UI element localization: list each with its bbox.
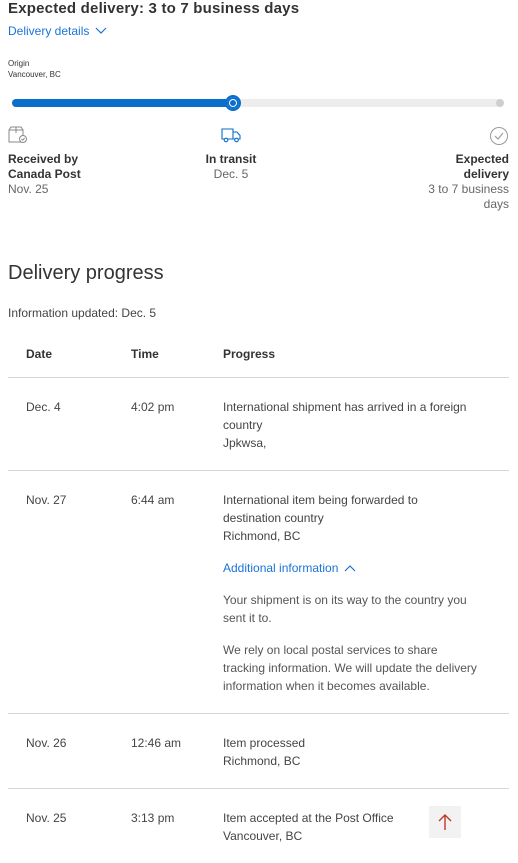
delivery-progress-title: Delivery progress [8,262,164,285]
row-date: Dec. 4 [8,378,130,471]
step-in-transit-name: In transit [205,152,257,167]
column-header-progress: Progress [222,330,509,378]
row-location: Richmond, BC [223,752,493,770]
step-received-name-1: Received by [8,152,81,167]
additional-information-label: Additional information [223,559,338,577]
table-row: Nov. 27 6:44 am International item being… [8,471,509,714]
row-event-line-1: International shipment has arrived in a … [223,398,493,416]
delivery-progress-bar [12,99,504,107]
information-updated: Information updated: Dec. 5 [8,306,156,320]
delivery-details-link[interactable]: Delivery details [8,24,107,38]
additional-info-paragraph-2: We rely on local postal services to shar… [223,641,493,695]
delivery-details-label: Delivery details [8,24,89,38]
additional-info-text: tracking information. We will update the… [223,659,493,677]
package-icon [8,126,28,144]
scroll-to-top-button[interactable] [429,806,461,838]
arrow-up-icon [437,813,453,831]
progress-current-marker [225,95,241,111]
row-time: 3:13 pm [130,789,222,863]
progress-end-marker [496,99,504,107]
step-expected-name-2: delivery [389,167,509,182]
additional-info-text: sent it to. [223,609,493,627]
table-header-row: Date Time Progress [8,330,509,378]
row-date: Nov. 26 [8,714,130,789]
column-header-date: Date [8,330,130,378]
row-event-line-2: destination country [223,509,493,527]
chevron-down-icon [95,27,107,35]
additional-info-text: We rely on local postal services to shar… [223,641,493,659]
row-date: Nov. 25 [8,789,130,863]
table-row: Nov. 26 12:46 am Item processed Richmond… [8,714,509,789]
origin-city: Vancouver, BC [8,70,61,79]
step-expected: Expected delivery 3 to 7 business days [389,126,509,212]
step-received-name-2: Canada Post [8,167,81,182]
row-location: Richmond, BC [223,527,493,545]
row-event-line-1: Item processed [223,734,493,752]
row-progress: International item being forwarded to de… [222,471,509,714]
row-progress: Item accepted at the Post Office Vancouv… [222,789,509,863]
row-event-line-1: International item being forwarded to [223,491,493,509]
step-expected-sub-2: days [389,197,509,212]
additional-info-paragraph-1: Your shipment is on its way to the count… [223,591,493,627]
row-location: Jpkwsa, [223,434,493,452]
expected-delivery-title: Expected delivery: 3 to 7 business days [8,0,299,17]
row-time: 12:46 am [130,714,222,789]
row-event-line-2: country [223,416,493,434]
table-row: Dec. 4 4:02 pm International shipment ha… [8,378,509,471]
check-circle-icon [489,126,509,146]
step-expected-sub-1: 3 to 7 business [389,182,509,197]
row-date: Nov. 27 [8,471,130,714]
step-received: Received by Canada Post Nov. 25 [8,126,81,197]
additional-info-text: information when it becomes available. [223,677,493,695]
row-time: 6:44 am [130,471,222,714]
origin-label: Origin [8,59,29,68]
additional-information-toggle[interactable]: Additional information [223,559,493,577]
step-expected-name-1: Expected [389,152,509,167]
chevron-up-icon [344,564,356,572]
row-progress: International shipment has arrived in a … [222,378,509,471]
step-in-transit: In transit Dec. 5 [205,126,257,182]
step-received-date: Nov. 25 [8,182,81,197]
tracking-events-table: Date Time Progress Dec. 4 4:02 pm Intern… [8,330,509,863]
step-in-transit-date: Dec. 5 [205,167,257,182]
column-header-time: Time [130,330,222,378]
truck-icon [221,126,241,144]
additional-info-text: Your shipment is on its way to the count… [223,591,493,609]
row-progress: Item processed Richmond, BC [222,714,509,789]
progress-bar-fill [12,99,233,107]
row-time: 4:02 pm [130,378,222,471]
